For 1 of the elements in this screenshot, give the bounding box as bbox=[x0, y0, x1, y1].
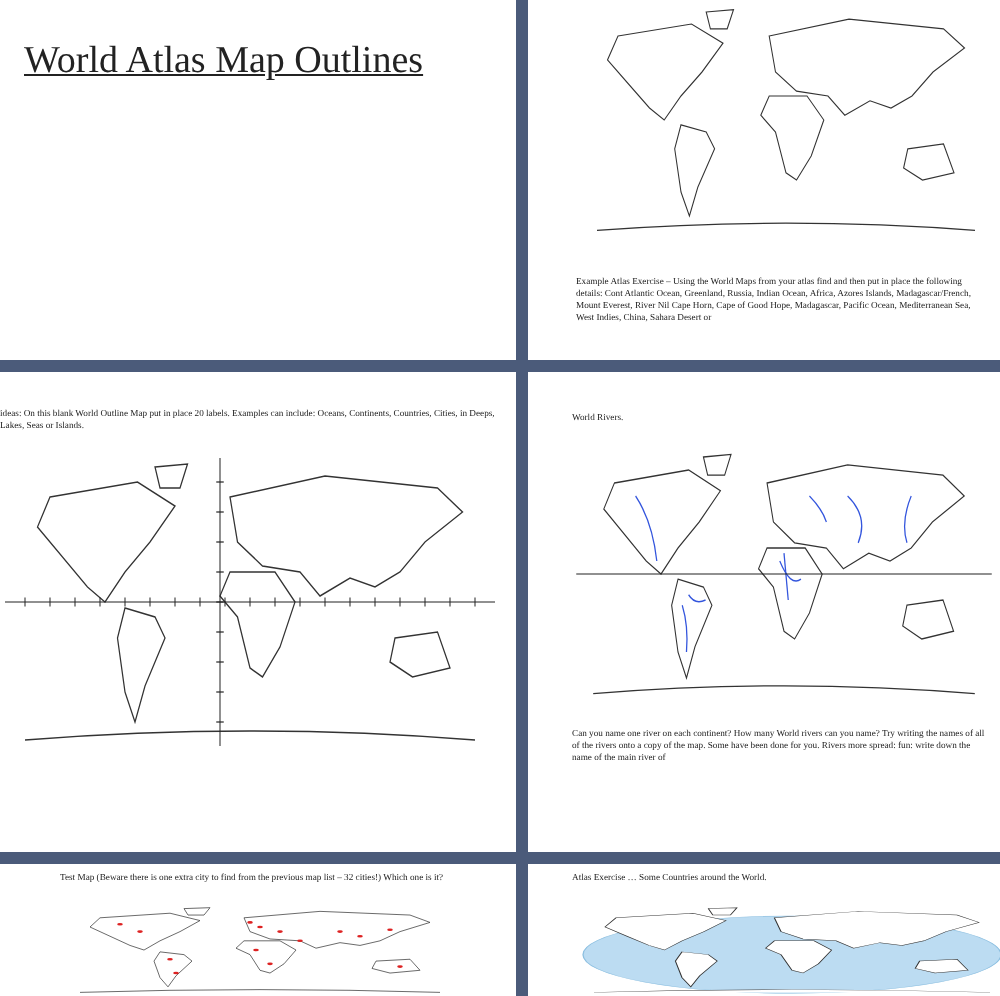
document-title: World Atlas Map Outlines bbox=[24, 40, 426, 84]
